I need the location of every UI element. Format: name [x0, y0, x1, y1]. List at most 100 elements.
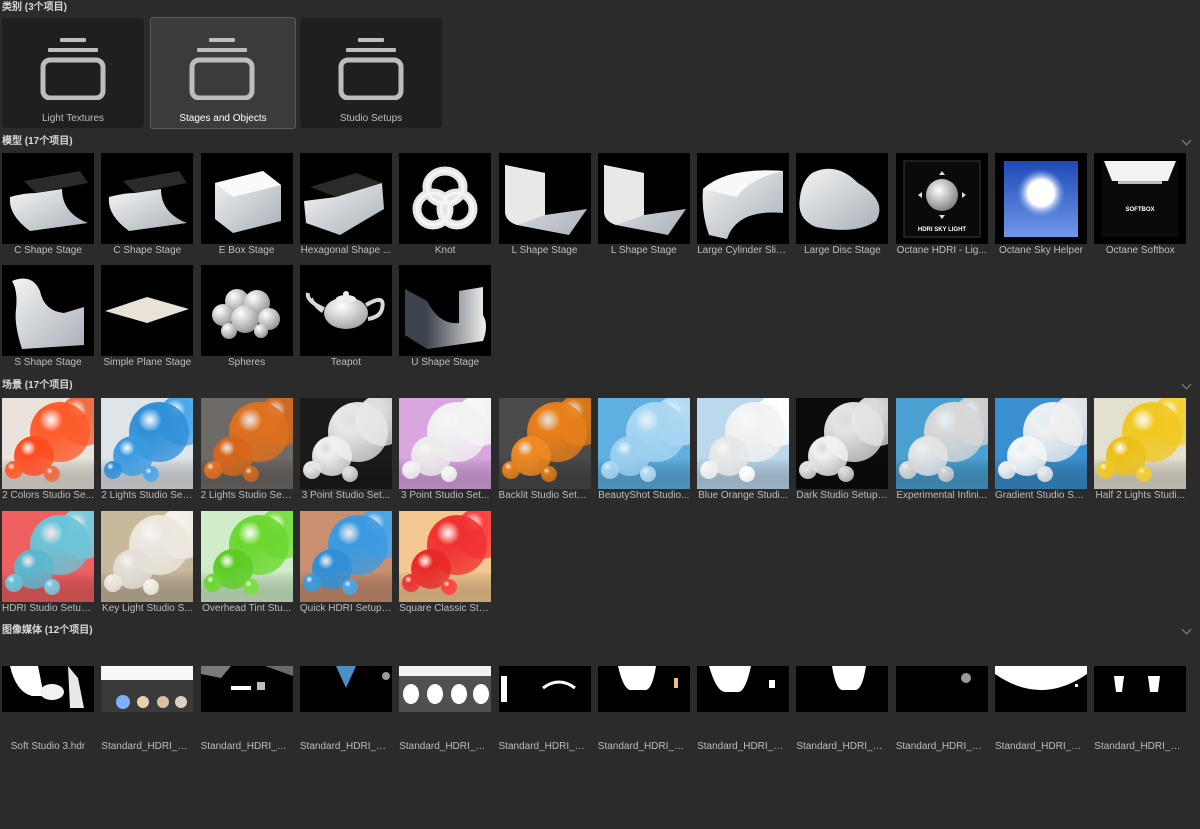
media-tile[interactable]: Standard_HDRI_St... — [200, 666, 293, 754]
media-tile[interactable]: Standard_HDRI_St... — [1094, 666, 1187, 754]
media-tile[interactable]: Standard_HDRI_St... — [299, 666, 392, 754]
teapot-icon — [299, 265, 392, 356]
scene-tile[interactable]: Quick HDRI Setup.... — [299, 510, 392, 615]
model-tile[interactable]: C Shape Stage — [101, 153, 194, 257]
scene-label: Gradient Studio Se... — [995, 490, 1087, 501]
hdri-caption: HDRI SKY LIGHT — [918, 227, 967, 233]
model-tile[interactable]: Teapot — [299, 265, 392, 369]
media-tile[interactable]: Soft Studio 3.hdr — [2, 666, 94, 754]
category-card[interactable]: Studio Setups — [300, 18, 442, 128]
category-card[interactable]: Light Textures — [2, 18, 144, 128]
scene-tile[interactable]: Backlit Studio Setu... — [498, 398, 591, 502]
scene-tile[interactable]: Overhead Tint Stu... — [200, 510, 293, 615]
scene-label: 3 Point Studio Set... — [301, 490, 391, 501]
hdri-thumbnail — [299, 666, 392, 712]
box-stage-icon — [200, 153, 293, 244]
scene-tile[interactable]: 2 Lights Studio Set... — [200, 398, 293, 502]
knot-icon — [399, 153, 492, 244]
section-header-media[interactable]: 图像媒体 (12个项目) — [0, 624, 1200, 638]
chevron-down-icon[interactable] — [1181, 379, 1192, 390]
media-label: Standard_HDRI_St... — [895, 741, 988, 752]
chevron-down-icon[interactable] — [1181, 624, 1192, 635]
scene-thumbnail — [597, 398, 690, 489]
scene-thumbnail — [2, 398, 94, 489]
category-card[interactable]: Stages and Objects — [150, 17, 296, 129]
model-label: Simple Plane Stage — [103, 357, 192, 368]
section-header-models[interactable]: 模型 (17个项目) — [0, 135, 1200, 149]
scene-thumbnail — [299, 398, 392, 489]
model-tile[interactable]: Hexagonal Shape ... — [299, 153, 392, 257]
scene-label: 2 Colors Studio Se... — [2, 490, 94, 501]
hdri-sky-light-icon: HDRI SKY LIGHT — [895, 153, 988, 244]
section-header-categories[interactable]: 类别 (3个项目) — [0, 1, 1200, 15]
model-tile[interactable]: HDRI SKY LIGHT Octane HDRI - Lig... — [895, 153, 988, 257]
scene-tile[interactable]: 3 Point Studio Set... — [299, 398, 392, 502]
model-tile[interactable]: C Shape Stage — [2, 153, 94, 257]
scene-tile[interactable]: BeautyShot Studio... — [597, 398, 690, 502]
disc-stage-icon — [796, 153, 889, 244]
model-tile[interactable]: L Shape Stage — [597, 153, 690, 257]
model-label: Octane Sky Helper — [999, 245, 1083, 256]
scene-tile[interactable]: Experimental Infini... — [895, 398, 988, 502]
hdri-thumbnail — [200, 666, 293, 712]
model-tile[interactable]: Large Cylinder Slic... — [697, 153, 790, 257]
scene-thumbnail — [796, 398, 889, 489]
scene-tile[interactable]: Square Classic Stu... — [399, 510, 492, 615]
scene-label: Half 2 Lights Studi... — [1095, 490, 1186, 501]
media-label: Standard_HDRI_St... — [796, 741, 889, 752]
scene-thumbnail — [2, 510, 94, 602]
model-tile[interactable]: Simple Plane Stage — [101, 265, 194, 369]
model-label: Teapot — [330, 357, 361, 368]
scene-label: 2 Lights Studio Set... — [200, 490, 293, 501]
model-tile[interactable]: Octane Sky Helper — [995, 153, 1087, 257]
scene-tile[interactable]: 2 Lights Studio Set... — [101, 398, 194, 502]
scene-tile[interactable]: Gradient Studio Se... — [995, 398, 1087, 502]
scene-tile[interactable]: Half 2 Lights Studi... — [1094, 398, 1187, 502]
scene-tile[interactable]: Dark Studio Setup.... — [796, 398, 889, 502]
model-tile[interactable]: SOFTBOX Octane Softbox — [1094, 153, 1187, 257]
model-label: C Shape Stage — [113, 245, 182, 256]
model-label: Octane HDRI - Lig... — [896, 245, 987, 256]
scene-thumbnail — [200, 398, 293, 489]
model-tile[interactable]: U Shape Stage — [399, 265, 492, 369]
scene-thumbnail — [200, 510, 293, 602]
media-tile[interactable]: Standard_HDRI_St... — [697, 666, 790, 754]
scene-tile[interactable]: 2 Colors Studio Se... — [2, 398, 94, 502]
hdri-thumbnail — [399, 666, 492, 712]
media-tile[interactable]: Standard_HDRI_St... — [995, 666, 1087, 754]
model-tile[interactable]: S Shape Stage — [2, 265, 94, 369]
media-tile[interactable]: Standard_HDRI_St... — [399, 666, 492, 754]
scene-tile[interactable]: Blue Orange Studi... — [697, 398, 790, 502]
media-tile[interactable]: Standard_HDRI_St... — [895, 666, 988, 754]
model-tile[interactable]: Spheres — [200, 265, 293, 369]
media-label: Standard_HDRI_St... — [995, 741, 1087, 752]
hdri-thumbnail — [697, 666, 790, 712]
model-label: Hexagonal Shape ... — [300, 245, 392, 256]
scene-thumbnail — [101, 398, 194, 489]
scene-tile[interactable]: HDRI Studio Setup... — [2, 510, 94, 615]
scene-thumbnail — [1094, 398, 1187, 489]
media-tile[interactable]: Standard_HDRI_St... — [796, 666, 889, 754]
scene-thumbnail — [399, 398, 492, 489]
l-shape-stage-icon — [597, 153, 690, 244]
section-title: 模型 (17个项目) — [2, 136, 73, 147]
scene-tile[interactable]: 3 Point Studio Set... — [399, 398, 492, 502]
media-label: Standard_HDRI_St... — [399, 741, 492, 752]
model-tile[interactable]: Large Disc Stage — [796, 153, 889, 257]
media-label: Standard_HDRI_St... — [200, 741, 293, 752]
model-tile[interactable]: E Box Stage — [200, 153, 293, 257]
chevron-down-icon[interactable] — [1181, 135, 1192, 146]
hdri-thumbnail — [895, 666, 988, 712]
section-header-scenes[interactable]: 场景 (17个项目) — [0, 379, 1200, 393]
folder-stack-icon — [188, 36, 256, 100]
model-tile[interactable]: Knot — [399, 153, 492, 257]
media-tile[interactable]: Standard_HDRI_St... — [101, 666, 194, 754]
scene-tile[interactable]: Key Light Studio S... — [101, 510, 194, 615]
media-tile[interactable]: Standard_HDRI_St... — [498, 666, 591, 754]
model-label: E Box Stage — [218, 245, 275, 256]
scene-label: Dark Studio Setup.... — [796, 490, 889, 501]
media-tile[interactable]: Standard_HDRI_St... — [597, 666, 690, 754]
model-label: Octane Softbox — [1105, 245, 1175, 256]
model-tile[interactable]: L Shape Stage — [498, 153, 591, 257]
s-shape-stage-icon — [2, 265, 94, 356]
